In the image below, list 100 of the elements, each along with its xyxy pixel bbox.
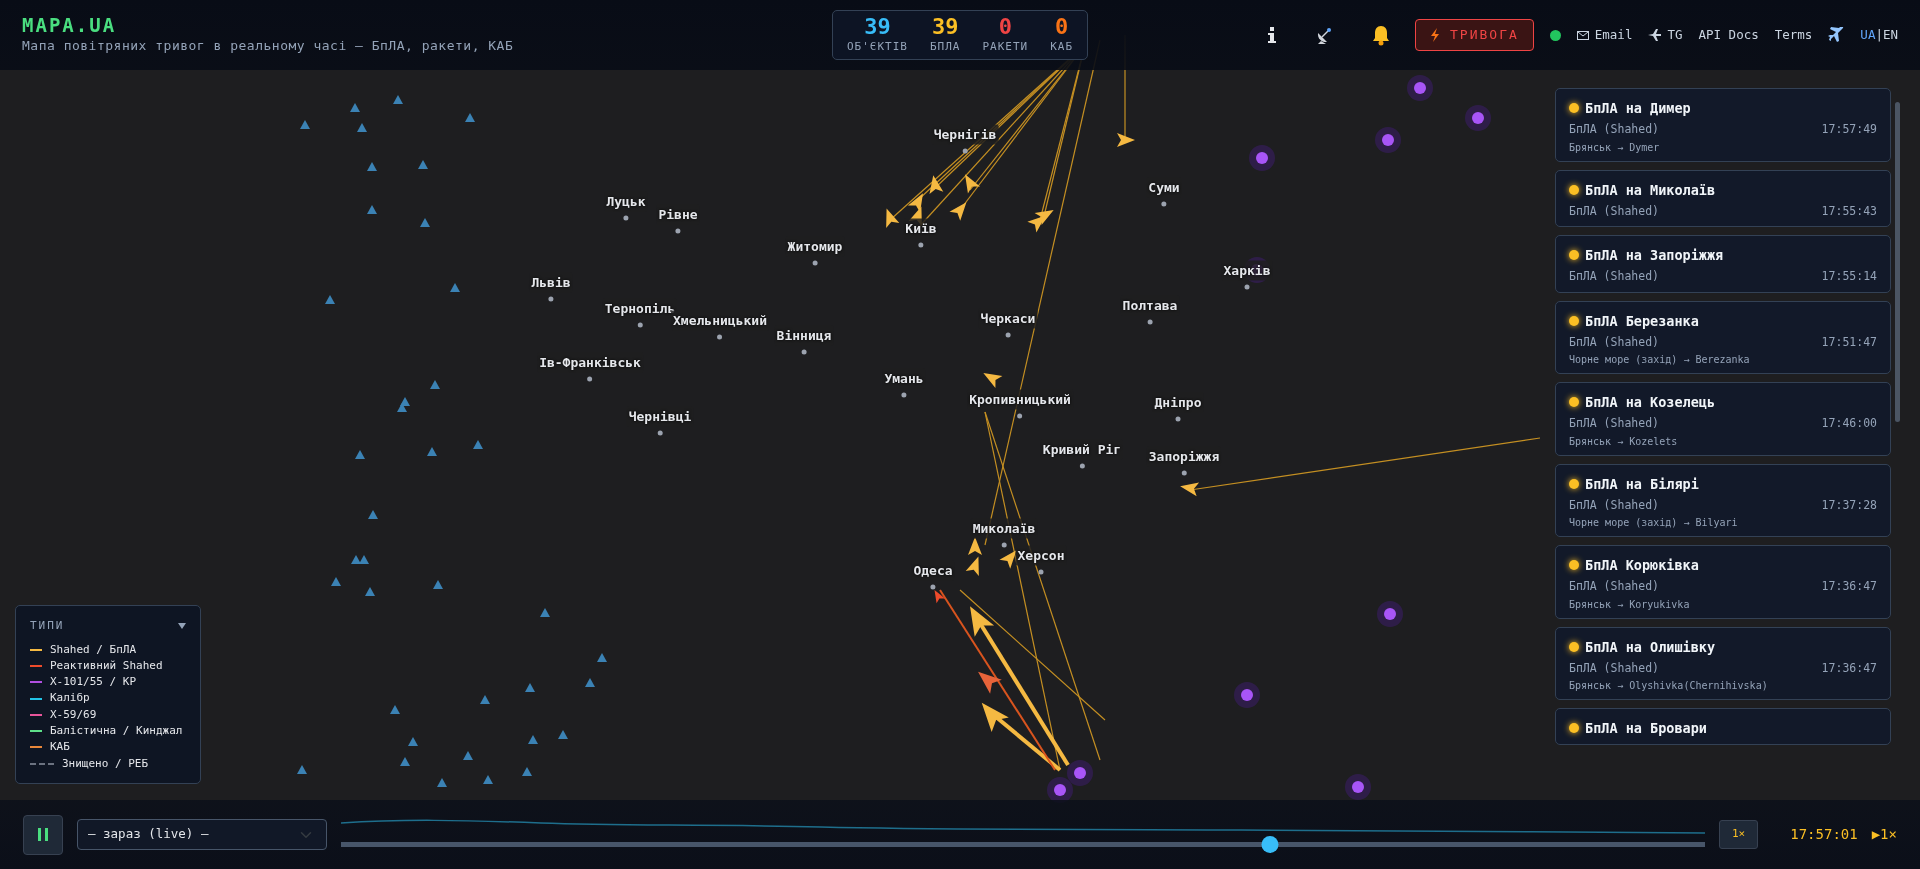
triangle-marker-icon[interactable]: [450, 283, 460, 292]
triangle-marker-icon[interactable]: [585, 678, 595, 687]
drone-icon[interactable]: [1180, 482, 1200, 497]
drone-icon[interactable]: [934, 589, 946, 604]
event-time: 17:36:47: [1821, 578, 1877, 596]
triangle-marker-icon[interactable]: [397, 403, 407, 412]
logo[interactable]: MAPA.UA: [22, 14, 832, 36]
drone-icon[interactable]: [968, 537, 982, 555]
drone-icon[interactable]: [965, 556, 979, 576]
triangle-marker-icon[interactable]: [433, 580, 443, 589]
triangle-marker-icon[interactable]: [480, 695, 490, 704]
event-card[interactable]: БпЛА на Бровари: [1555, 708, 1891, 745]
bell-icon[interactable]: [1371, 24, 1391, 46]
triangle-marker-icon[interactable]: [351, 555, 361, 564]
legend-label: Х-101/55 / КР: [50, 675, 137, 690]
triangle-marker-icon[interactable]: [325, 295, 335, 304]
triangle-marker-icon[interactable]: [597, 653, 607, 662]
alert-button[interactable]: ТРИВОГА: [1415, 19, 1534, 51]
triangle-marker-icon[interactable]: [483, 775, 493, 784]
event-time: 17:57:49: [1821, 121, 1877, 139]
triangle-marker-icon[interactable]: [430, 380, 440, 389]
speed-indicator: ▶1×: [1871, 825, 1897, 844]
triangle-marker-icon[interactable]: [368, 510, 378, 519]
caret-icon[interactable]: [178, 623, 186, 630]
drone-icon[interactable]: [929, 175, 944, 195]
event-card[interactable]: БпЛА на Білярі БпЛА (Shahed) 17:37:28 Чорне море (захід) → Bilyari: [1555, 463, 1891, 537]
drone-icon[interactable]: [965, 174, 981, 194]
triangle-marker-icon[interactable]: [357, 123, 367, 132]
triangle-marker-icon[interactable]: [473, 440, 483, 449]
triangle-marker-icon[interactable]: [408, 737, 418, 746]
city-dot-icon: [962, 148, 968, 153]
triangle-marker-icon[interactable]: [522, 767, 532, 776]
pause-button[interactable]: [23, 814, 63, 855]
triangle-marker-icon[interactable]: [367, 162, 377, 171]
event-card[interactable]: БпЛА Корюківка БпЛА (Shahed) 17:36:47 Брянськ → Koryukivka: [1555, 545, 1891, 619]
triangle-marker-icon[interactable]: [528, 735, 538, 744]
city-dot-icon: [675, 228, 681, 233]
triangle-marker-icon[interactable]: [390, 705, 400, 714]
triangle-marker-icon[interactable]: [350, 103, 360, 112]
target-marker-icon[interactable]: [1465, 105, 1491, 131]
triangle-marker-icon[interactable]: [540, 608, 550, 617]
event-type: БпЛА (Shahed): [1569, 202, 1659, 220]
triangle-marker-icon[interactable]: [400, 397, 410, 406]
drone-icon[interactable]: [949, 202, 967, 221]
triangle-marker-icon[interactable]: [465, 113, 475, 122]
city-dot-icon: [548, 296, 554, 301]
triangle-marker-icon[interactable]: [297, 765, 307, 774]
target-marker-icon[interactable]: [1249, 145, 1275, 171]
airplane-icon[interactable]: [1828, 27, 1845, 43]
triangle-marker-icon[interactable]: [359, 555, 369, 564]
city-label: Хмельницький: [671, 310, 769, 330]
city-label: Миколаїв: [970, 518, 1038, 538]
triangle-marker-icon[interactable]: [300, 120, 310, 129]
drone-icon[interactable]: [907, 193, 923, 213]
triangle-marker-icon[interactable]: [558, 730, 568, 739]
drone-icon[interactable]: [981, 702, 1009, 732]
target-marker-icon[interactable]: [1345, 774, 1371, 800]
target-marker-icon[interactable]: [1234, 682, 1260, 708]
triangle-marker-icon[interactable]: [400, 757, 410, 766]
event-card[interactable]: БпЛА на Козелець БпЛА (Shahed) 17:46:00 Брянськ → Kozelets: [1555, 382, 1891, 456]
triangle-marker-icon[interactable]: [365, 587, 375, 596]
target-marker-icon[interactable]: [1377, 601, 1403, 627]
drone-icon[interactable]: [1034, 210, 1054, 226]
link[interactable]: Email: [1594, 25, 1633, 45]
drone-icon[interactable]: [999, 550, 1017, 569]
triangle-marker-icon[interactable]: [420, 218, 430, 227]
info-icon[interactable]: [1265, 26, 1279, 44]
triangle-marker-icon[interactable]: [367, 205, 377, 214]
clock-time: 17:57:01: [1790, 825, 1858, 844]
triangle-marker-icon[interactable]: [418, 160, 428, 169]
period-select[interactable]: — зараз (live) —: [77, 819, 327, 850]
target-marker-icon[interactable]: [1067, 760, 1093, 786]
drone-icon[interactable]: [1117, 133, 1135, 147]
legend-label: КАБ: [50, 740, 70, 755]
link[interactable]: API Docs: [1698, 25, 1759, 45]
drone-icon[interactable]: [886, 208, 900, 228]
event-card[interactable]: БпЛА на Миколаїв БпЛА (Shahed) 17:55:43: [1555, 169, 1891, 227]
link[interactable]: Terms: [1774, 25, 1813, 45]
drone-icon[interactable]: [970, 606, 995, 637]
event-card[interactable]: БпЛА на Запоріжжя БпЛА (Shahed) 17:55:14: [1555, 235, 1891, 293]
target-marker-icon[interactable]: [1375, 127, 1401, 153]
triangle-marker-icon[interactable]: [463, 751, 473, 760]
speed-button[interactable]: 1×: [1719, 820, 1759, 849]
timeline-thumb[interactable]: [1261, 835, 1279, 853]
drone-icon[interactable]: [978, 671, 1002, 694]
triangle-marker-icon[interactable]: [427, 447, 437, 456]
event-card[interactable]: БпЛА на Димер БпЛА (Shahed) 17:57:49 Брянськ → Dymer: [1555, 88, 1891, 162]
language-option[interactable]: EN: [1882, 25, 1898, 45]
event-time: 17:55:43: [1821, 202, 1877, 220]
event-card[interactable]: БпЛА на Олишівку БпЛА (Shahed) 17:36:47 Брянськ → Olyshivka(Chernihivska): [1555, 626, 1891, 700]
language-option[interactable]: UA: [1860, 25, 1876, 45]
scrollbar-thumb[interactable]: [1895, 102, 1900, 422]
triangle-marker-icon[interactable]: [393, 95, 403, 104]
triangle-marker-icon[interactable]: [355, 450, 365, 459]
triangle-marker-icon[interactable]: [437, 778, 447, 787]
event-card[interactable]: БпЛА Березанка БпЛА (Shahed) 17:51:47 Чорне море (захід) → Berezanka: [1555, 300, 1891, 374]
target-marker-icon[interactable]: [1407, 75, 1433, 101]
link[interactable]: TG: [1667, 25, 1683, 45]
triangle-marker-icon[interactable]: [331, 577, 341, 586]
triangle-marker-icon[interactable]: [525, 683, 535, 692]
